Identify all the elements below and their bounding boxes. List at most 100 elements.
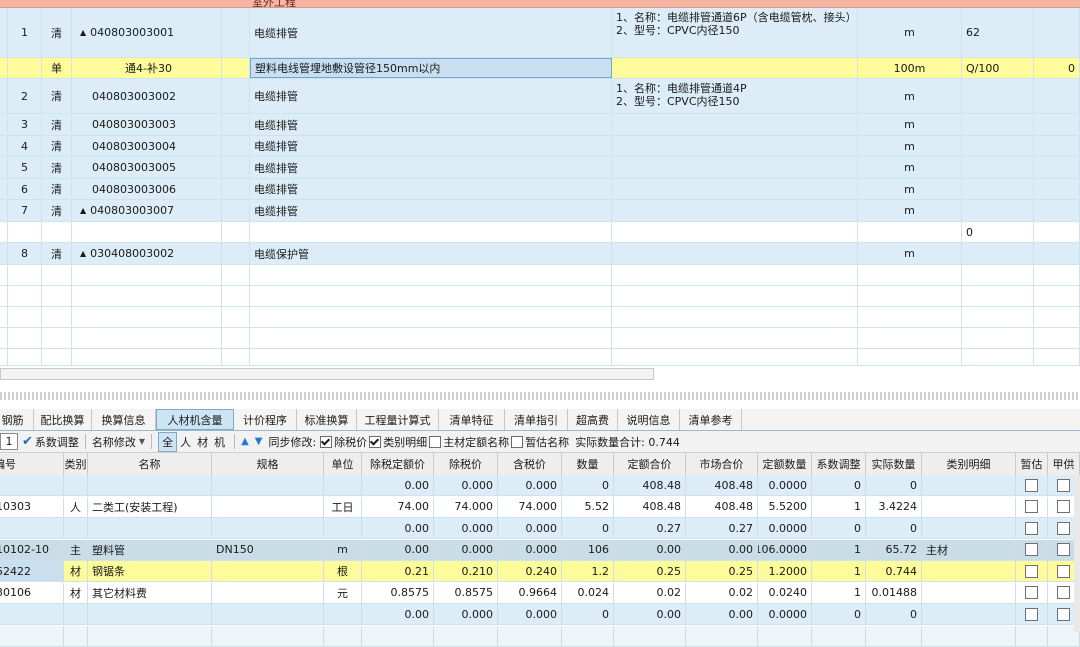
col-header-1[interactable]: 类别 [64,453,88,475]
cell-type[interactable] [64,518,88,538]
row-type[interactable] [42,222,72,242]
row-feature[interactable] [612,200,858,221]
cell-p3[interactable]: 0.000 [498,604,562,624]
cell-spec[interactable] [212,625,324,646]
cell-sum1[interactable]: 0.00 [614,604,686,624]
cell-cat[interactable] [922,582,1016,603]
col-header-6[interactable]: 除税价 [434,453,498,475]
row-type[interactable]: 清 [42,79,72,113]
checkbox-empty-icon[interactable] [1057,543,1070,556]
row-quantity[interactable] [962,243,1034,264]
cell-sum2[interactable]: 0.00 [686,604,758,624]
col-header-2[interactable]: 名称 [88,453,212,475]
row-name[interactable] [250,222,612,242]
cell-p3[interactable] [498,625,562,646]
row-type[interactable]: 单 [42,58,72,78]
cell-p3[interactable]: 0.000 [498,539,562,560]
checkbox-empty-icon[interactable] [1025,500,1038,513]
opt-tax-checkbox[interactable]: 除税价 [320,434,367,450]
row-extra[interactable] [1034,179,1080,199]
cell-name[interactable] [88,475,212,495]
move-down-icon[interactable]: ▼ [255,436,263,447]
cell-spec[interactable]: DN150 [212,539,324,560]
row-name[interactable]: 电缆排管 [250,8,612,57]
cell-p1[interactable] [362,625,434,646]
row-number[interactable]: 7 [8,200,42,221]
row-code[interactable]: 040803003003 [72,114,222,135]
cell-code[interactable]: 10102-10 [0,539,64,560]
cell-type[interactable]: 材 [64,561,88,581]
filter-button-1[interactable]: 人 [177,433,194,451]
move-up-icon[interactable]: ▲ [241,436,249,447]
cell-sum1[interactable]: 0.25 [614,561,686,581]
cell-coef[interactable]: 0 [812,475,866,495]
upper-empty-row[interactable] [0,328,1080,349]
tab-4[interactable]: 计价程序 [234,409,297,430]
cell-unit[interactable]: 工日 [324,496,362,517]
cell-act[interactable] [866,625,922,646]
cell-unit[interactable]: 根 [324,561,362,581]
lower-table-row[interactable] [0,625,1080,647]
cell-code[interactable] [0,625,64,646]
tab-2[interactable]: 换算信息 [92,409,156,430]
cell-qty[interactable]: 5.52 [562,496,614,517]
cell-act[interactable]: 0 [866,518,922,538]
estimate-checkbox-cell[interactable] [1016,561,1048,581]
filter-button-3[interactable]: 机 [211,433,228,451]
cell-p3[interactable]: 0.240 [498,561,562,581]
col-header-4[interactable]: 单位 [324,453,362,475]
row-type[interactable]: 清 [42,179,72,199]
row-number[interactable]: 2 [8,79,42,113]
cell-sum2[interactable]: 0.25 [686,561,758,581]
upper-table-row[interactable]: 2 清 040803003002 电缆排管 1、名称：电缆排管通道4P 2、型号：CPVC… [0,79,1080,114]
cell-coef[interactable]: 0 [812,604,866,624]
cell-code[interactable]: 30106 [0,582,64,603]
cell-type[interactable]: 主 [64,539,88,560]
row-feature[interactable] [612,179,858,199]
cell-spec[interactable] [212,582,324,603]
lower-table-row[interactable]: 30106材其它材料费元0.85750.85750.96640.0240.020… [0,582,1080,604]
cell-name[interactable]: 二类工(安装工程) [88,496,212,517]
upper-table-row[interactable]: 3 清 040803003003 电缆排管 m [0,114,1080,136]
tab-1[interactable]: 配比换算 [34,409,92,430]
cell-name[interactable] [88,518,212,538]
tab-6[interactable]: 工程量计算式 [357,409,439,430]
row-extra[interactable]: 0 [1034,58,1080,78]
cell-sum2[interactable]: 408.48 [686,475,758,495]
cell-qty[interactable]: 0.024 [562,582,614,603]
row-number[interactable]: 1 [8,8,42,57]
row-type[interactable]: 清 [42,200,72,221]
cell-p3[interactable]: 0.000 [498,475,562,495]
row-feature[interactable] [612,114,858,135]
row-number[interactable]: 5 [8,157,42,178]
col-header-7[interactable]: 含税价 [498,453,562,475]
cell-qty[interactable]: 1.2 [562,561,614,581]
col-header-11[interactable]: 定额数量 [758,453,812,475]
cell-spec[interactable] [212,604,324,624]
cell-p2[interactable]: 0.8575 [434,582,498,603]
lower-table-row[interactable]: 10303人二类工(安装工程)工日74.0074.00074.0005.5240… [0,496,1080,518]
row-code[interactable]: 040803003004 [72,136,222,156]
cell-dq[interactable]: 1.2000 [758,561,812,581]
row-code[interactable]: 040803003006 [72,179,222,199]
cell-dq[interactable]: 0.0000 [758,518,812,538]
row-unit[interactable]: m [858,114,962,135]
cell-p2[interactable]: 0.210 [434,561,498,581]
cell-coef[interactable]: 0 [812,518,866,538]
lower-table-row[interactable]: 0.00 0.000 0.000 0 0.27 0.27 0.0000 0 0 [0,518,1080,539]
cell-cat[interactable]: 主材 [922,539,1016,560]
col-header-14[interactable]: 类别明细 [922,453,1016,475]
row-quantity[interactable] [962,179,1034,199]
checkbox-empty-icon[interactable] [1057,564,1070,578]
cell-cat[interactable] [922,604,1016,624]
row-quantity[interactable] [962,79,1034,113]
filter-button-2[interactable]: 材 [194,433,211,451]
cell-type[interactable] [64,604,88,624]
cell-p1[interactable]: 0.00 [362,539,434,560]
row-extra[interactable] [1034,243,1080,264]
row-feature[interactable] [612,58,858,78]
row-name[interactable]: 电缆排管 [250,157,612,178]
cell-p1[interactable]: 74.00 [362,496,434,517]
tab-5[interactable]: 标准换算 [297,409,357,430]
cell-sum2[interactable]: 0.02 [686,582,758,603]
